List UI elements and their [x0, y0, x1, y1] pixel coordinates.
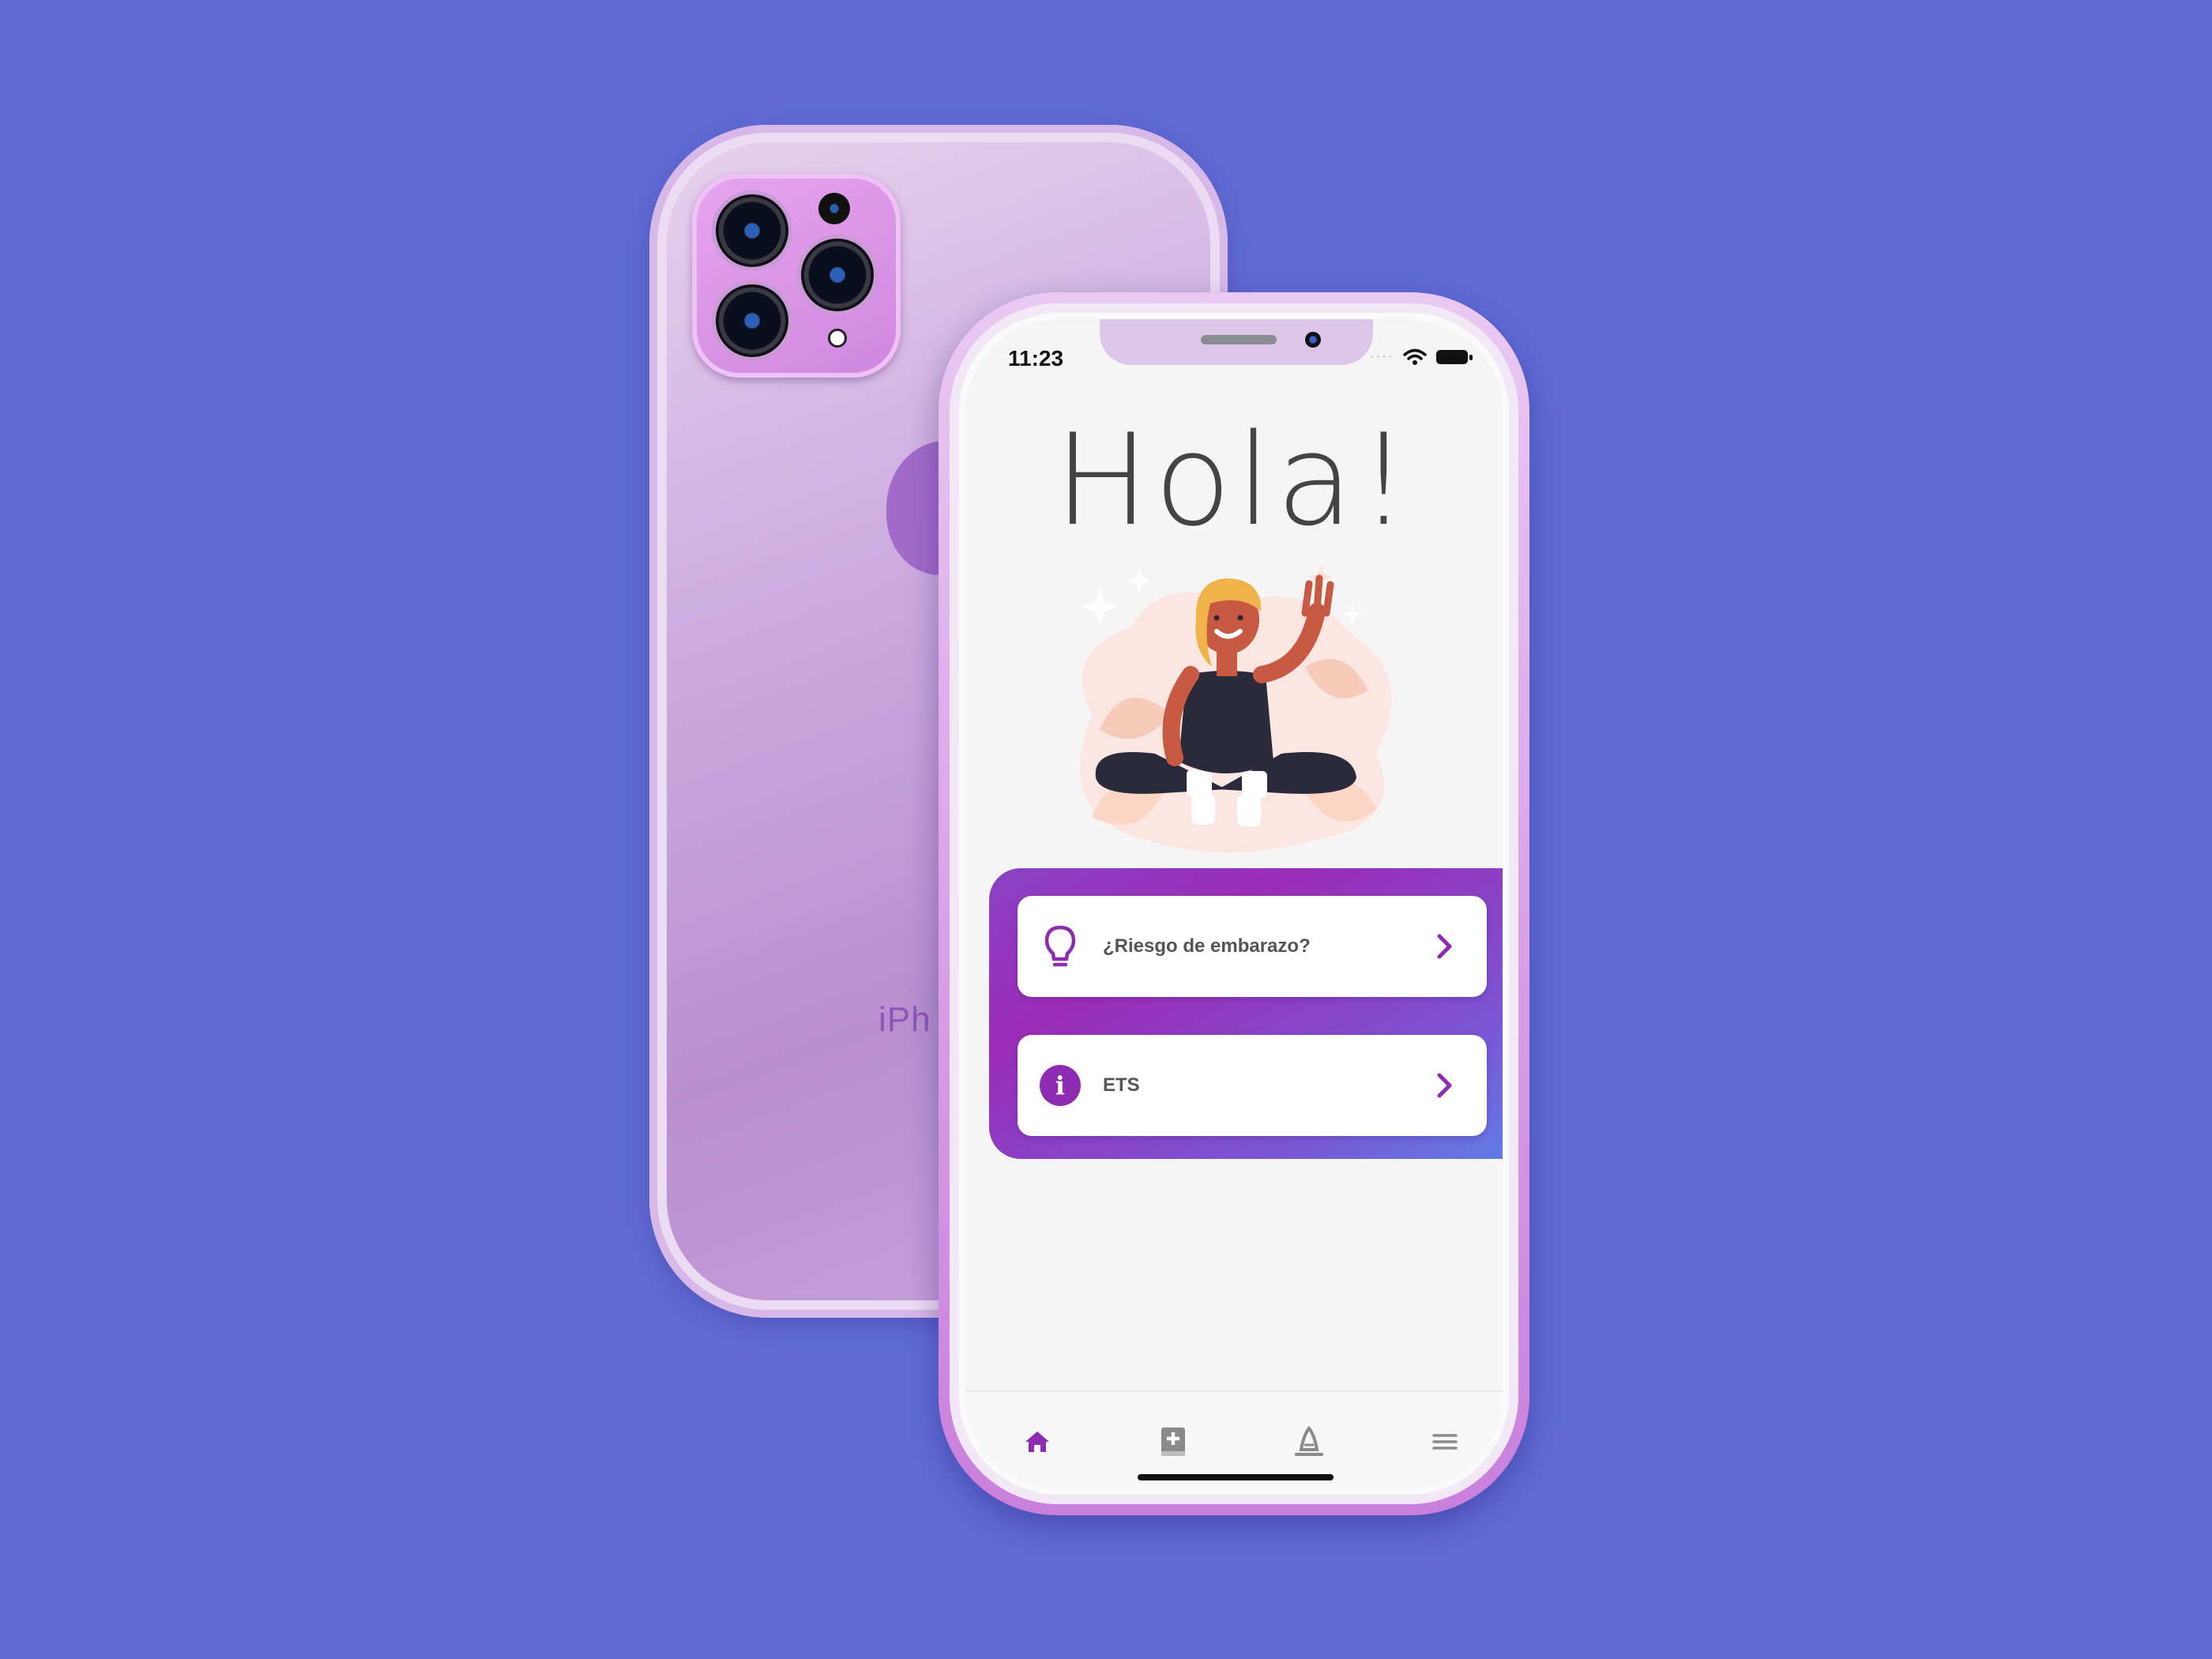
- condom-icon: [1295, 1426, 1323, 1456]
- tab-menu[interactable]: [1427, 1424, 1463, 1460]
- back-phone-label: iPh: [878, 1000, 931, 1039]
- wifi-icon: [1403, 348, 1427, 365]
- flash-icon: [818, 193, 850, 224]
- tab-medical-info[interactable]: [1155, 1424, 1191, 1460]
- cellular-dots-icon: ····: [1369, 348, 1394, 365]
- pregnancy-risk-card[interactable]: ¿Riesgo de embarazo?: [1018, 896, 1487, 997]
- home-icon: [1025, 1431, 1049, 1452]
- chevron-right-icon: [1431, 1072, 1458, 1099]
- tab-contraception[interactable]: [1291, 1424, 1327, 1460]
- woman-waving-illustration: [1080, 564, 1392, 852]
- camera-module: [692, 174, 901, 378]
- front-camera-icon: [1305, 332, 1321, 348]
- notch: [1100, 319, 1373, 365]
- front-phone-device: 11:23 ···· Hola! ¿Riesgo de embarazo? i …: [939, 292, 1529, 1515]
- sti-label: ETS: [1103, 1074, 1140, 1096]
- camera-lens: [801, 239, 874, 311]
- lightbulb-icon: [1038, 924, 1082, 969]
- menu-icon: [1432, 1434, 1458, 1450]
- pregnancy-risk-label: ¿Riesgo de embarazo?: [1103, 935, 1311, 957]
- greeting-title: Hola!: [1054, 406, 1414, 554]
- sti-card[interactable]: i ETS: [1018, 1035, 1487, 1136]
- chevron-right-icon: [1431, 933, 1458, 960]
- tab-home[interactable]: [1019, 1424, 1055, 1460]
- info-icon: i: [1038, 1063, 1082, 1108]
- camera-lens: [716, 284, 788, 357]
- camera-lens: [716, 194, 788, 267]
- app-screen: 11:23 ···· Hola! ¿Riesgo de embarazo? i …: [965, 319, 1503, 1488]
- status-time: 11:23: [1008, 346, 1064, 371]
- info-icon-glyph: i: [1040, 1065, 1081, 1106]
- battery-icon: [1436, 349, 1473, 364]
- speaker-grille: [1201, 335, 1277, 344]
- home-indicator[interactable]: [1138, 1474, 1334, 1480]
- status-icons: ····: [1369, 348, 1473, 366]
- microphone-hole: [828, 329, 847, 348]
- medical-book-icon: [1161, 1428, 1185, 1456]
